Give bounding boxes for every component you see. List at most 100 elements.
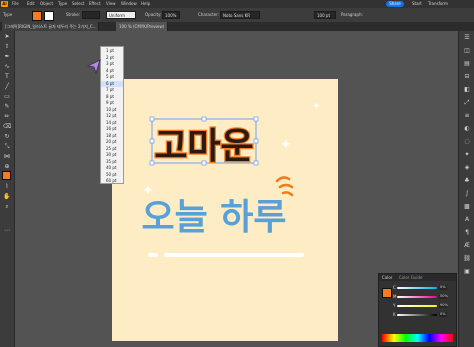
- width-tool-icon[interactable]: ⋈: [3, 153, 11, 161]
- stroke-panel-icon[interactable]: ≡: [463, 112, 471, 120]
- hand-tool-icon[interactable]: ✋: [3, 193, 11, 201]
- line-tool-icon[interactable]: ╱: [3, 83, 11, 91]
- cyan-value[interactable]: 0%: [439, 285, 447, 290]
- graphic-styles-icon[interactable]: ◈: [463, 164, 471, 172]
- menu-help[interactable]: Help: [141, 0, 150, 8]
- dropdown-option[interactable]: 60 pt: [101, 178, 123, 185]
- workspace-transform[interactable]: Transform: [428, 0, 448, 8]
- more-tools-icon[interactable]: ⋯: [3, 227, 11, 235]
- transform-icon[interactable]: ⤢: [463, 99, 471, 107]
- rotate-tool-icon[interactable]: ↻: [3, 133, 11, 141]
- selection-handle: [253, 116, 259, 122]
- black-value[interactable]: 0%: [439, 312, 447, 317]
- toolbar-fill-swatch[interactable]: [2, 171, 11, 180]
- character-label: Character:: [198, 12, 220, 17]
- brushes-icon[interactable]: ∫: [463, 190, 471, 198]
- direct-selection-icon[interactable]: ⇧: [3, 43, 11, 51]
- font-size-input[interactable]: 100 pt: [314, 11, 336, 19]
- share-button[interactable]: Share: [386, 1, 404, 7]
- color-tab[interactable]: Color: [382, 275, 392, 280]
- gradient-panel-icon[interactable]: ◐: [463, 125, 471, 133]
- pencil-tool-icon[interactable]: ✏: [3, 113, 11, 121]
- underline-bar: [164, 253, 304, 257]
- eraser-tool-icon[interactable]: ⌫: [3, 123, 11, 131]
- glyphs-icon[interactable]: Æ: [463, 242, 471, 250]
- stroke-weight-input[interactable]: [82, 11, 100, 19]
- tab-view[interactable]: 100 % (CMYK/Preview): [116, 22, 169, 31]
- cyan-slider[interactable]: [397, 287, 437, 289]
- headline-text-2: 오늘 하루: [141, 197, 286, 238]
- menu-object[interactable]: Object: [40, 0, 53, 8]
- libraries-icon[interactable]: ▤: [463, 60, 471, 68]
- app-logo: Ai: [1, 1, 8, 7]
- fill-swatch[interactable]: [32, 11, 42, 21]
- menu-effect[interactable]: Effect: [89, 0, 101, 8]
- yellow-value[interactable]: 90%: [439, 303, 448, 308]
- eyedropper-icon[interactable]: ⌇: [3, 183, 11, 191]
- selection-tool-icon[interactable]: ➤: [3, 33, 11, 41]
- color-spectrum-bar[interactable]: [382, 334, 453, 342]
- rectangle-tool-icon[interactable]: ▭: [3, 93, 11, 101]
- menu-type[interactable]: Type: [58, 0, 67, 8]
- type-tool-icon[interactable]: T: [3, 73, 11, 81]
- tab-document[interactable]: [그래픽]RIGIN_일러스트 글자 테두리 주는 2가지_C...: [2, 22, 99, 31]
- menu-window[interactable]: Window: [121, 0, 137, 8]
- shape-builder-icon[interactable]: ⊕: [3, 163, 11, 171]
- menu-file[interactable]: File: [12, 0, 19, 8]
- menu-view[interactable]: View: [106, 0, 116, 8]
- character-panel-icon[interactable]: A: [463, 216, 471, 224]
- magenta-label: M: [393, 294, 397, 299]
- panel-dock: ☰ ◫ ▤ ⊟ ◧ ⤢ ≡ ◐ ◌ ✦ ◈ ♣ ∫ ▩ A ¶ Æ ⛓ ▣: [458, 31, 474, 347]
- black-slider[interactable]: [397, 314, 437, 316]
- color-fill-swatch[interactable]: [382, 288, 392, 298]
- cyan-label: C: [393, 285, 396, 290]
- stroke-swatch[interactable]: [44, 11, 54, 21]
- sparkle-icon: ✦: [280, 137, 292, 153]
- artboard[interactable]: 고마운 ✦ ✦ ✦ 오늘 하루: [112, 79, 338, 341]
- links-icon[interactable]: ⛓: [463, 255, 471, 263]
- yellow-slider[interactable]: [397, 305, 437, 307]
- accent-marks: [275, 176, 294, 197]
- brush-tool-icon[interactable]: ✎: [3, 103, 11, 111]
- menu-select[interactable]: Select: [72, 0, 84, 8]
- mode-label: Type: [3, 12, 13, 17]
- magenta-slider[interactable]: [397, 296, 437, 298]
- tools-panel: ➤ ⇧ ✒ ∿ T ╱ ▭ ✎ ✏ ⌫ ↻ ⤡ ⋈ ⊕ ▦ ⌇ ✋ ⌕ ⋯: [0, 31, 15, 347]
- align-icon[interactable]: ⊟: [463, 73, 471, 81]
- transparency-icon[interactable]: ◌: [463, 138, 471, 146]
- scale-tool-icon[interactable]: ⤡: [3, 143, 11, 151]
- opacity-label: Opacity:: [145, 12, 162, 17]
- magenta-value[interactable]: 50%: [439, 294, 448, 299]
- opacity-input[interactable]: 100%: [162, 11, 180, 19]
- pointer-cursor-icon: [86, 59, 101, 74]
- properties-icon[interactable]: ☰: [463, 34, 471, 42]
- curvature-icon[interactable]: ∿: [3, 63, 11, 71]
- symbols-icon[interactable]: ♣: [463, 177, 471, 185]
- paragraph-panel-icon[interactable]: ¶: [463, 229, 471, 237]
- headline-text-1: 고마운: [154, 126, 253, 167]
- stroke-weight-dropdown[interactable]: 1 pt 2 pt 3 pt 4 pt 5 pt 6 pt 7 pt 8 pt …: [100, 46, 124, 184]
- workspace-start[interactable]: Start: [412, 0, 422, 8]
- appearance-icon[interactable]: ✦: [463, 151, 471, 159]
- yellow-label: Y: [393, 303, 396, 308]
- color-guide-tab[interactable]: Color Guide: [399, 275, 422, 280]
- selection-handle: [253, 138, 259, 144]
- font-family-select[interactable]: Noto Sans KR: [220, 11, 260, 19]
- selection-handle: [149, 116, 155, 122]
- menu-bar: Ai File Edit Object Type Select Effect V…: [0, 0, 474, 8]
- selection-handle: [201, 116, 207, 122]
- pen-tool-icon[interactable]: ✒: [3, 53, 11, 61]
- black-label: K: [393, 312, 396, 317]
- selection-handle: [253, 160, 259, 166]
- artboards-icon[interactable]: ▣: [463, 268, 471, 276]
- zoom-tool-icon[interactable]: ⌕: [3, 203, 11, 211]
- pathfinder-icon[interactable]: ◧: [463, 86, 471, 94]
- sparkle-icon: ✦: [312, 101, 320, 112]
- paragraph-label: Paragraph:: [341, 12, 363, 17]
- swatches-icon[interactable]: ▩: [463, 203, 471, 211]
- control-bar: Type Stroke: Uniform Opacity: 100% Chara…: [0, 8, 474, 23]
- layers-icon[interactable]: ◫: [463, 47, 471, 55]
- stroke-label: Stroke:: [66, 12, 81, 17]
- profile-select[interactable]: Uniform: [106, 11, 136, 19]
- menu-edit[interactable]: Edit: [27, 0, 35, 8]
